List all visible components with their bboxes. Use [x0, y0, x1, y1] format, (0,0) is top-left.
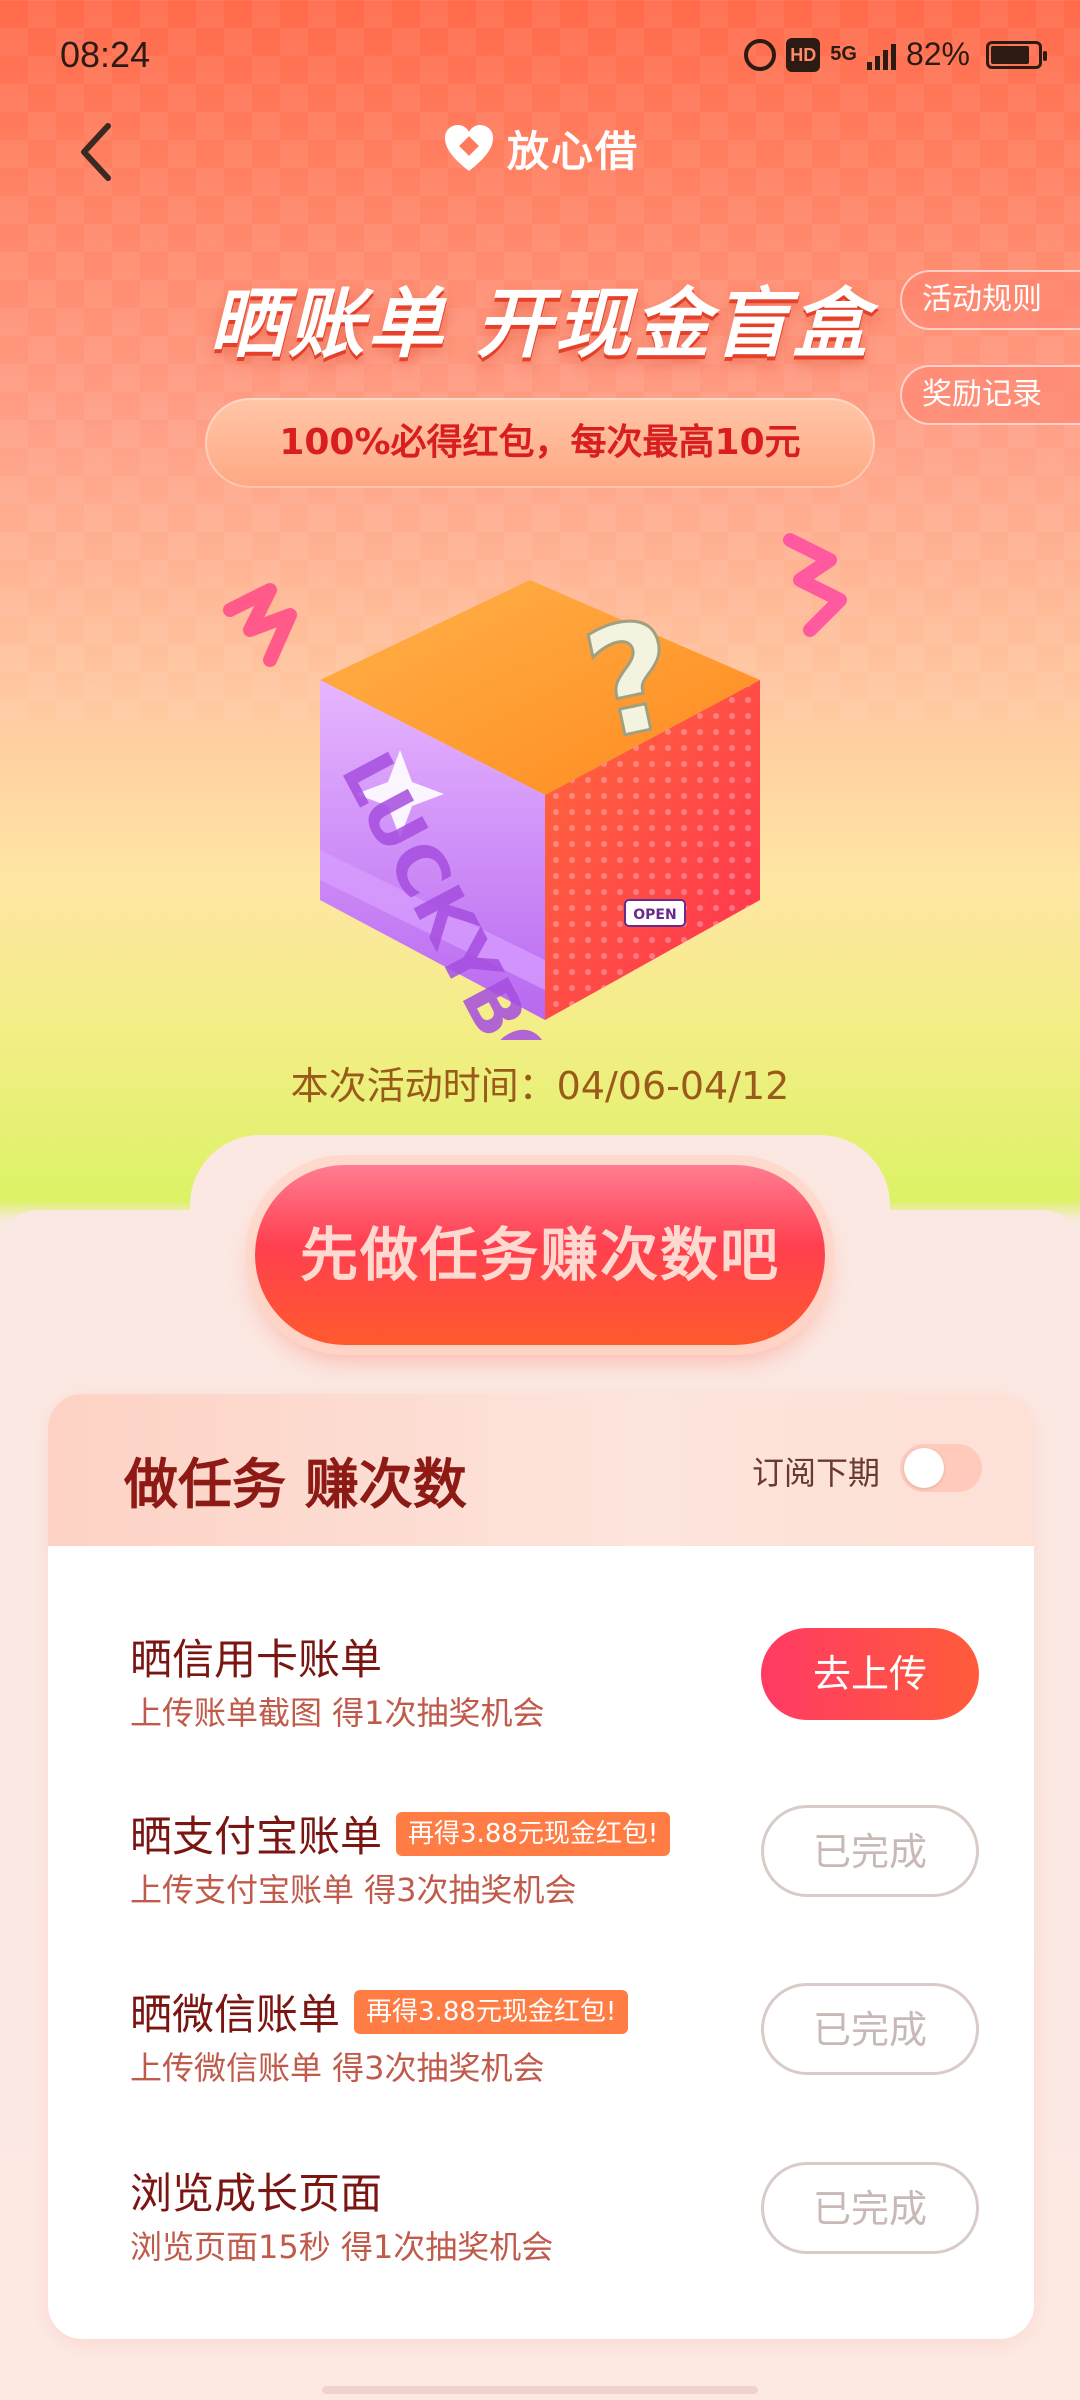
task-title: 晒支付宝账单 再得3.88元现金红包! — [130, 1803, 671, 1864]
task-title-text: 晒微信账单 — [130, 1990, 341, 2039]
toggle-knob — [904, 1448, 944, 1488]
earn-chances-button[interactable]: 先做任务赚次数吧 — [255, 1165, 825, 1345]
network-label: 5G — [830, 43, 857, 65]
alarm-icon — [744, 38, 777, 71]
hero-title: 晒账单 开现金盲盒 — [209, 279, 871, 368]
zigzag-right-icon — [783, 533, 847, 637]
task-card-header: 做任务 赚次数 订阅下期 — [48, 1394, 1034, 1546]
status-bar: 08:24 HD 5G 82% — [0, 0, 1080, 110]
hd-icon: HD — [786, 37, 821, 72]
status-time: 08:24 — [60, 34, 151, 75]
task-title-text: 晒支付宝账单 — [130, 1812, 383, 1861]
task-row: 晒支付宝账单 再得3.88元现金红包! 上传支付宝账单 得3次抽奖机会 已完成 — [48, 1791, 1034, 1941]
bonus-badge: 再得3.88元现金红包! — [396, 1811, 671, 1856]
battery-fill — [991, 45, 1029, 64]
battery-icon — [986, 40, 1047, 69]
task-desc: 上传微信账单 得3次抽奖机会 — [130, 2049, 545, 2087]
bonus-badge: 再得3.88元现金红包! — [354, 1989, 629, 2034]
subscribe-label: 订阅下期 — [752, 1454, 881, 1492]
task-card-title: 做任务 赚次数 — [124, 1453, 467, 1516]
activity-time: 本次活动时间：04/06-04/12 — [290, 1064, 790, 1108]
task-row: 晒微信账单 再得3.88元现金红包! 上传微信账单 得3次抽奖机会 已完成 — [48, 1969, 1034, 2119]
zigzag-left-icon — [223, 583, 297, 667]
signal-icon — [866, 40, 896, 70]
mystery-box-illustration: ? LUCKYBOX. OPEN — [223, 533, 847, 1040]
task-title: 晒微信账单 再得3.88元现金红包! — [130, 1981, 629, 2042]
upload-button[interactable]: 去上传 — [761, 1628, 979, 1720]
subscribe-toggle[interactable] — [900, 1444, 982, 1492]
task-desc: 浏览页面15秒 得1次抽奖机会 — [130, 2228, 554, 2266]
task-row: 晒信用卡账单 上传账单截图 得1次抽奖机会 去上传 — [48, 1614, 1034, 1764]
task-title-text: 晒信用卡账单 — [130, 1635, 383, 1684]
brand-name: 放心借 — [506, 127, 639, 176]
subtitle-pill: 100%必得红包，每次最高10元 — [205, 398, 875, 488]
task-card: 做任务 赚次数 订阅下期 晒信用卡账单 上传账单截图 得1次抽奖机会 去上传 晒… — [48, 1394, 1034, 2339]
task-row: 浏览成长页面 浏览页面15秒 得1次抽奖机会 已完成 — [48, 2148, 1034, 2298]
reward-records-button[interactable]: 奖励记录 — [900, 365, 1080, 425]
task-title: 晒信用卡账单 — [130, 1626, 382, 1687]
brand-logo-icon — [444, 124, 493, 171]
brand: 放心借 — [0, 118, 1080, 179]
task-desc: 上传账单截图 得1次抽奖机会 — [130, 1694, 545, 1732]
task-title-text: 浏览成长页面 — [130, 2169, 383, 2218]
completed-button[interactable]: 已完成 — [761, 2162, 979, 2254]
status-icons: HD 5G 82% — [744, 36, 1047, 73]
battery-percent: 82% — [905, 36, 970, 72]
completed-button[interactable]: 已完成 — [761, 1805, 979, 1897]
completed-button[interactable]: 已完成 — [761, 1983, 979, 2075]
box-open-label: OPEN — [633, 907, 676, 923]
home-indicator[interactable] — [322, 2386, 758, 2394]
task-title: 浏览成长页面 — [130, 2160, 382, 2221]
task-desc: 上传支付宝账单 得3次抽奖机会 — [130, 1871, 577, 1909]
